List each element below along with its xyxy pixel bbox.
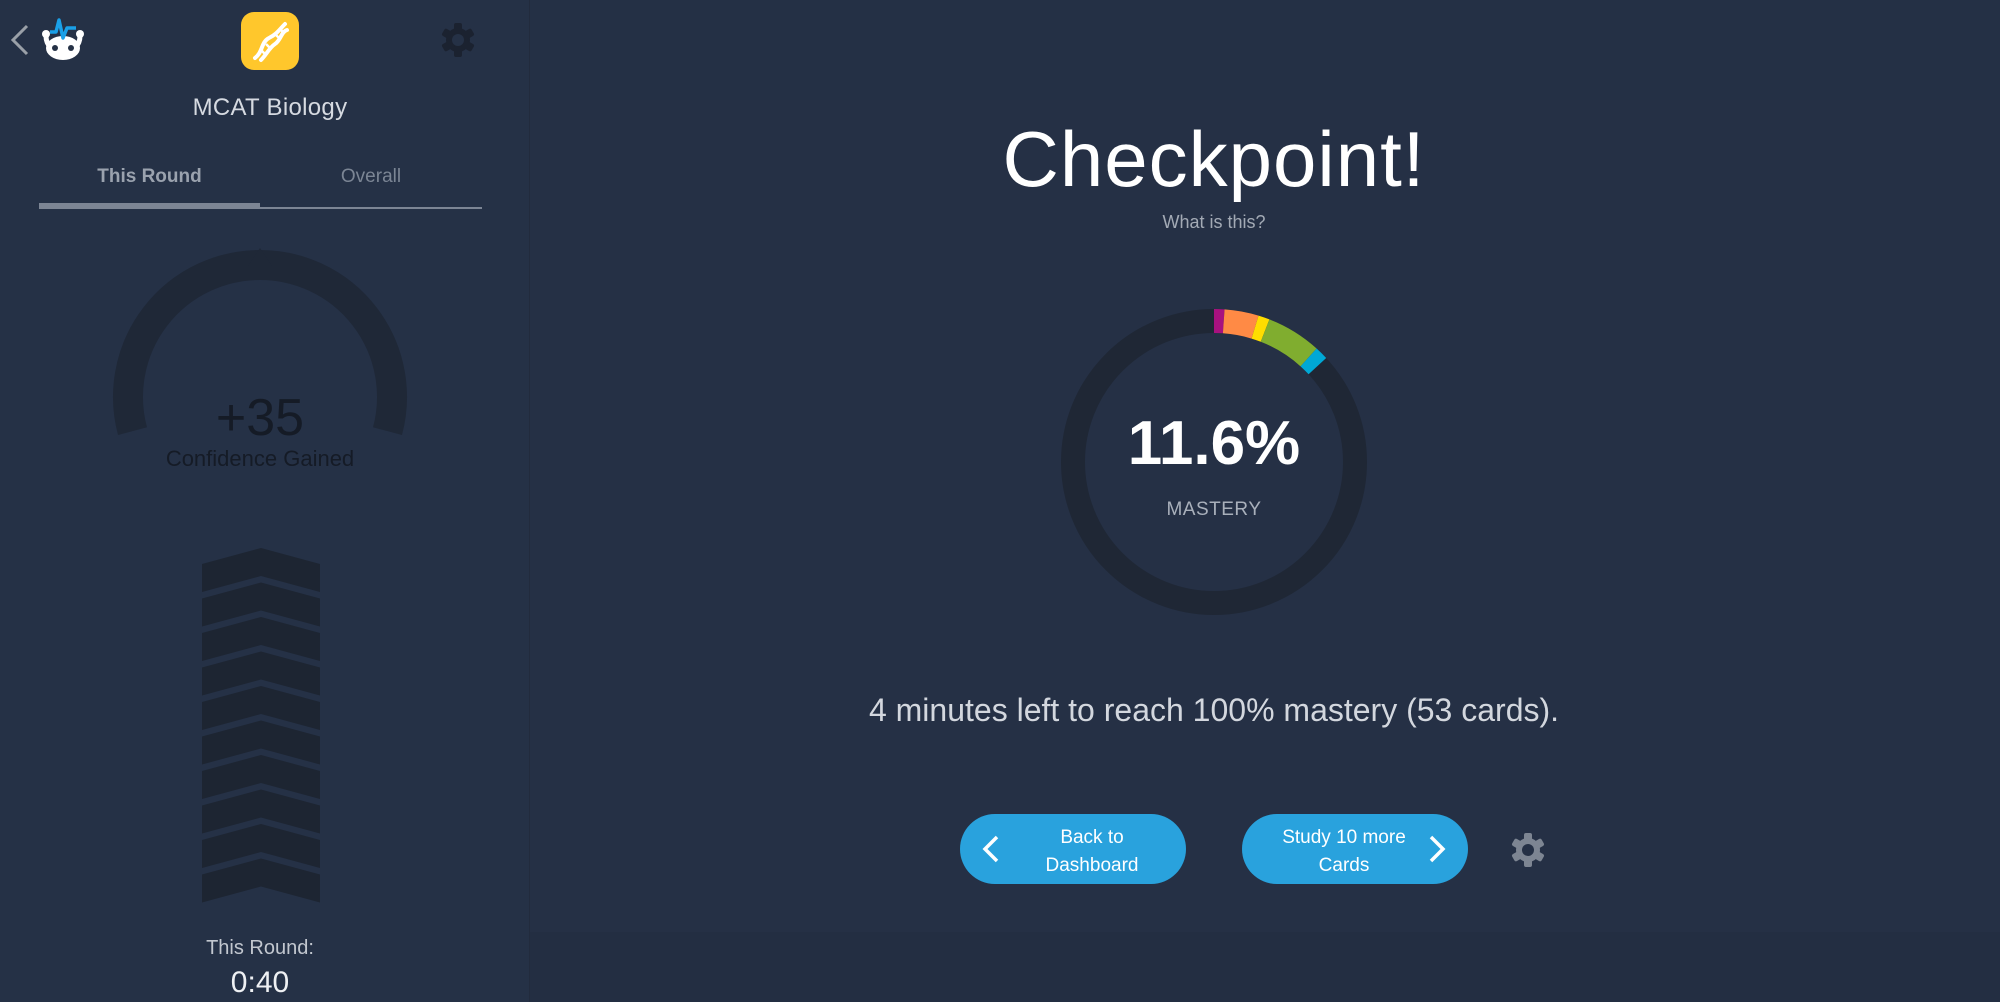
progress-chevrons — [202, 548, 320, 903]
tab-active-indicator — [39, 203, 260, 208]
stats-tabs: This Round Overall — [39, 160, 482, 210]
mastery-segment-level-3 — [1251, 315, 1270, 342]
back-chevron-icon[interactable] — [8, 22, 32, 58]
tab-overall[interactable]: Overall — [260, 166, 482, 206]
gear-icon[interactable] — [1509, 831, 1547, 869]
dna-icon — [253, 22, 289, 62]
main-header — [530, 0, 2000, 100]
deck-title: MCAT Biology — [192, 94, 348, 121]
study-button-line1: Study 10 more — [1282, 827, 1406, 848]
main-footer — [530, 932, 2000, 1002]
deck-dna-icon[interactable] — [241, 12, 299, 70]
round-time-label: This Round: — [206, 937, 314, 959]
gear-icon[interactable] — [439, 21, 477, 59]
study-more-button[interactable]: Study 10 more Cards — [1242, 814, 1468, 884]
mastery-segment-level-2 — [1222, 309, 1259, 339]
mastery-label: MASTERY — [1166, 499, 1262, 520]
progress-chevron — [202, 858, 320, 903]
back-to-dashboard-button[interactable]: Back to Dashboard — [960, 814, 1186, 884]
page-title: Checkpoint! — [1002, 115, 1426, 203]
chevron-left-icon — [982, 835, 999, 863]
mastery-segment-level-4 — [1260, 319, 1317, 367]
confidence-label: Confidence Gained — [165, 446, 355, 471]
back-button-line1: Back to — [1060, 827, 1124, 848]
mastery-segment-level-5 — [1300, 348, 1327, 375]
round-time-value: 0:40 — [230, 966, 290, 999]
chevron-right-icon — [1429, 835, 1446, 863]
tab-this-round[interactable]: This Round — [39, 166, 260, 206]
back-button-line2: Dashboard — [1045, 855, 1139, 876]
sidebar: MCAT Biology This Round Overall +35 Conf… — [0, 0, 530, 1002]
mastery-percent: 11.6% — [1127, 409, 1301, 478]
confidence-value: +35 — [215, 389, 305, 447]
study-button-line2: Cards — [1318, 855, 1370, 876]
help-link[interactable]: What is this? — [530, 212, 1898, 233]
brain-logo-icon — [42, 18, 84, 60]
remaining-time-text: 4 minutes left to reach 100% mastery (53… — [868, 692, 1560, 728]
